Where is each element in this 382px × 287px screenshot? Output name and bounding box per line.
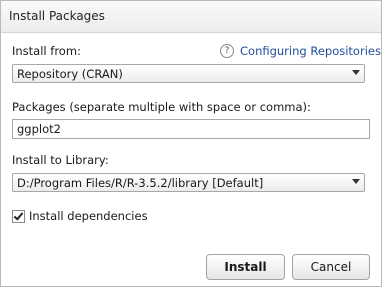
library-value: D:/Program Files/R/R-3.5.2/library [Defa… <box>17 176 264 190</box>
configuring-repositories-help[interactable]: ? Configuring Repositories <box>220 44 381 58</box>
install-to-library-label: Install to Library: <box>12 153 109 167</box>
library-select[interactable]: D:/Program Files/R/R-3.5.2/library [Defa… <box>12 173 365 192</box>
chevron-down-icon[interactable] <box>352 70 360 75</box>
install-from-value: Repository (CRAN) <box>17 67 123 81</box>
dialog-titlebar: Install Packages <box>1 1 381 33</box>
dialog-title: Install Packages <box>9 9 105 23</box>
question-circle-icon[interactable]: ? <box>220 44 234 58</box>
cancel-button[interactable]: Cancel <box>292 254 370 280</box>
install-button[interactable]: Install <box>206 254 285 280</box>
install-from-select[interactable]: Repository (CRAN) <box>12 64 365 83</box>
install-packages-dialog: Install Packages Install from: ? Configu… <box>0 0 382 287</box>
configuring-repositories-link[interactable]: Configuring Repositories <box>240 44 381 58</box>
chevron-down-icon[interactable] <box>352 179 360 184</box>
checkmark-icon <box>13 209 24 221</box>
install-from-label: Install from: <box>12 44 81 58</box>
packages-input[interactable] <box>12 119 370 139</box>
install-dependencies-checkbox[interactable] <box>12 209 25 223</box>
install-dependencies-label[interactable]: Install dependencies <box>29 209 148 223</box>
install-dependencies-row[interactable]: Install dependencies <box>12 209 148 223</box>
packages-label: Packages (separate multiple with space o… <box>12 100 311 114</box>
